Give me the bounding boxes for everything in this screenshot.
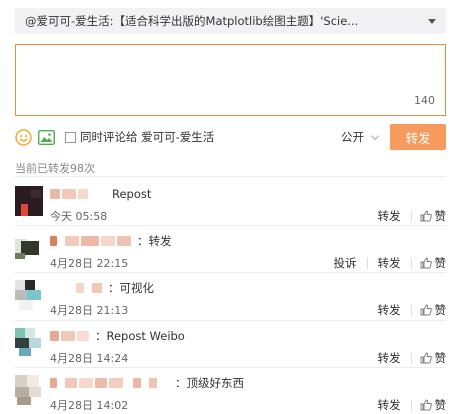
repost-header: ：顶级好东西 <box>50 375 244 391</box>
chevron-down-icon[interactable] <box>428 18 436 24</box>
avatar[interactable] <box>15 280 43 310</box>
username-blurred[interactable] <box>50 236 57 246</box>
repost-header: ：可视化 <box>50 280 154 296</box>
thumbs-up-icon <box>420 399 432 411</box>
visibility-dropdown[interactable]: 公开 <box>341 129 380 145</box>
repost-quote-selector[interactable]: @爱可可-爱生活:【适合科学出版的Matplotlib绘图主题】'Scie... <box>15 8 446 34</box>
composer-toolbar: 同时评论给 爱可可-爱生活 公开 转发 <box>15 124 446 150</box>
repost-textarea[interactable]: 140 <box>15 44 446 116</box>
comment-checkbox[interactable] <box>65 131 76 143</box>
repost-actions: 转发 赞 <box>376 350 447 366</box>
divider <box>15 176 446 177</box>
repost-time: 今天 05:58 <box>50 210 108 223</box>
repost-message: Repost <box>112 187 152 201</box>
avatar[interactable] <box>15 328 43 358</box>
like-button[interactable]: 赞 <box>420 397 447 413</box>
like-label: 赞 <box>434 303 447 317</box>
username-blurred[interactable] <box>50 378 57 388</box>
repost-time: 4月28日 22:15 <box>50 257 129 270</box>
divider <box>15 320 446 321</box>
repost-item: ：转发 4月28日 22:15 投诉 转发 赞 <box>15 233 446 277</box>
comment-checkbox-label: 同时评论给 爱可可-爱生活 <box>80 130 215 144</box>
like-label: 赞 <box>434 398 447 412</box>
thumbs-up-icon <box>420 304 432 316</box>
quote-text: @爱可可-爱生活:【适合科学出版的Matplotlib绘图主题】'Scie... <box>25 14 359 28</box>
repost-message: ：转发 <box>137 234 172 248</box>
repost-time: 4月28日 14:24 <box>50 352 129 365</box>
repost-header: ：转发 <box>50 233 172 249</box>
repost-header: ：Repost Weibo <box>50 328 185 344</box>
divider <box>15 272 446 273</box>
repost-button[interactable]: 转发 <box>376 397 403 413</box>
repost-header: Repost <box>50 186 151 202</box>
like-button[interactable]: 赞 <box>420 208 447 224</box>
repost-button[interactable]: 转发 <box>376 302 403 318</box>
avatar[interactable] <box>15 186 43 216</box>
repost-button[interactable]: 转发 <box>376 255 403 271</box>
repost-actions: 转发 赞 <box>376 208 447 224</box>
like-label: 赞 <box>434 351 447 365</box>
chevron-down-icon <box>370 131 380 140</box>
username-blurred[interactable] <box>50 331 59 341</box>
visibility-label: 公开 <box>341 130 364 144</box>
username-blurred[interactable] <box>50 189 60 199</box>
like-button[interactable]: 赞 <box>420 255 447 271</box>
repost-submit-button[interactable]: 转发 <box>390 124 446 150</box>
like-label: 赞 <box>434 256 447 270</box>
repost-item: ：Repost Weibo 4月28日 14:24 转发 赞 <box>15 328 446 372</box>
username-blurred[interactable] <box>76 283 84 293</box>
like-button[interactable]: 赞 <box>420 302 447 318</box>
repost-item: Repost 今天 05:58 转发 赞 <box>15 186 446 230</box>
like-button[interactable]: 赞 <box>420 350 447 366</box>
repost-message: ：可视化 <box>108 281 154 295</box>
report-button[interactable]: 投诉 <box>332 255 359 271</box>
avatar[interactable] <box>15 375 43 405</box>
thumbs-up-icon <box>420 210 432 222</box>
repost-message: ：顶级好东西 <box>175 376 244 390</box>
char-count: 140 <box>414 94 435 107</box>
image-icon[interactable] <box>38 129 55 146</box>
thumbs-up-icon <box>420 352 432 364</box>
repost-message: ：Repost Weibo <box>95 329 185 343</box>
repost-count: 当前已转发98次 <box>15 162 95 175</box>
avatar[interactable] <box>15 233 43 263</box>
repost-item: ：顶级好东西 4月28日 14:02 转发 赞 <box>15 375 446 414</box>
repost-button[interactable]: 转发 <box>376 350 403 366</box>
repost-time: 4月28日 21:13 <box>50 304 129 317</box>
like-label: 赞 <box>434 209 447 223</box>
thumbs-up-icon <box>420 257 432 269</box>
repost-actions: 投诉 转发 赞 <box>332 255 447 271</box>
divider <box>15 225 446 226</box>
repost-button[interactable]: 转发 <box>376 208 403 224</box>
emoji-icon[interactable] <box>15 128 32 146</box>
repost-time: 4月28日 14:02 <box>50 399 129 412</box>
repost-actions: 转发 赞 <box>376 302 447 318</box>
divider <box>15 367 446 368</box>
repost-item: ：可视化 4月28日 21:13 转发 赞 <box>15 280 446 324</box>
repost-actions: 转发 赞 <box>376 397 447 413</box>
